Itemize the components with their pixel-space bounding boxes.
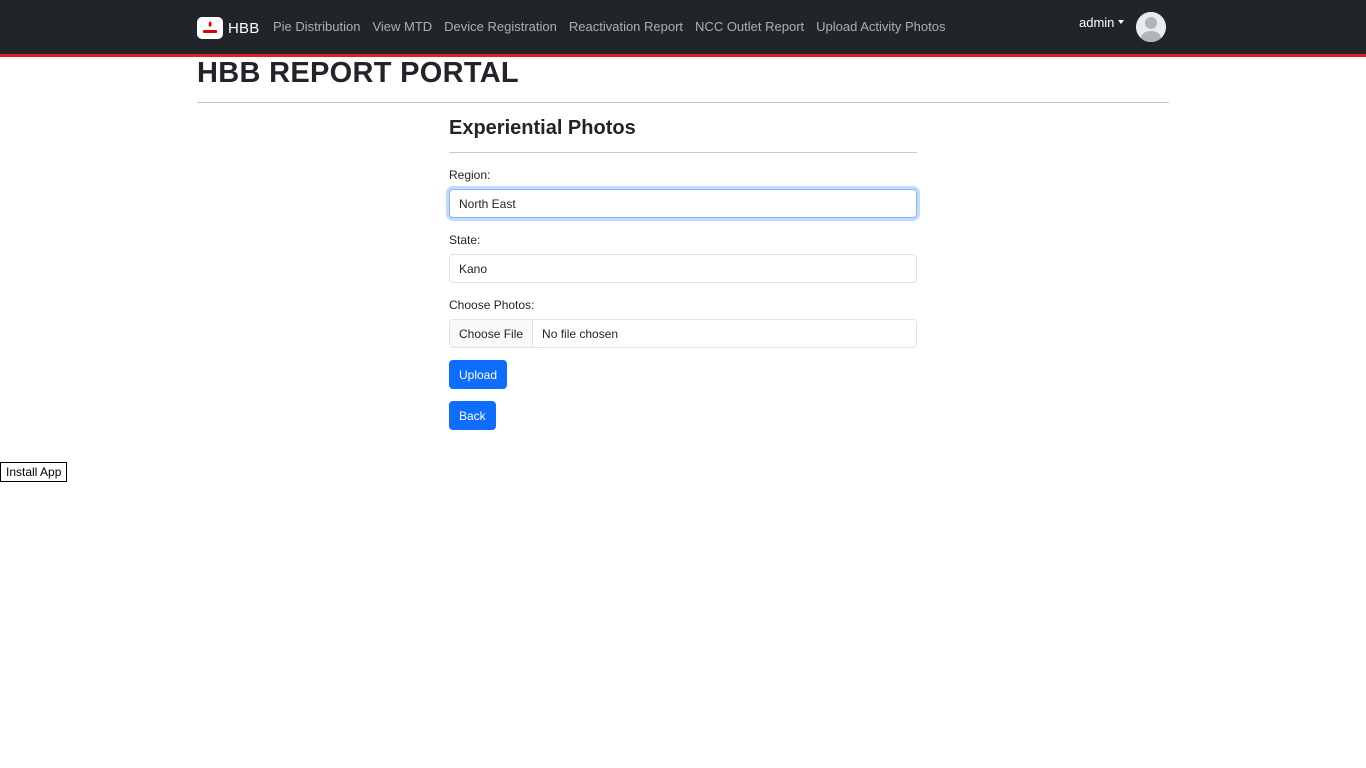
caret-down-icon: [1118, 20, 1125, 24]
nav-view-mtd[interactable]: View MTD: [372, 19, 432, 34]
photos-file-input[interactable]: Choose File No file chosen: [449, 319, 917, 348]
page-title: HBB REPORT PORTAL: [197, 57, 519, 89]
upload-button[interactable]: Upload: [449, 360, 508, 389]
photos-label: Choose Photos:: [449, 298, 535, 312]
region-field[interactable]: [449, 189, 917, 218]
airtel-logo-icon: [197, 17, 223, 39]
brand-link[interactable]: HBB: [197, 16, 259, 40]
nav-ncc-outlet-report[interactable]: NCC Outlet Report: [695, 19, 804, 34]
region-label: Region:: [449, 168, 491, 182]
form-divider: [449, 152, 917, 153]
nav-reactivation-report[interactable]: Reactivation Report: [569, 19, 683, 34]
username: admin: [1079, 14, 1115, 30]
nav-links: Pie Distribution View MTD Device Registr…: [273, 19, 958, 34]
nav-pie-distribution[interactable]: Pie Distribution: [273, 19, 360, 34]
install-app-button[interactable]: Install App: [0, 462, 68, 482]
form-title: Experiential Photos: [449, 117, 636, 139]
choose-file-button[interactable]: Choose File: [450, 320, 534, 347]
nav-upload-activity-photos[interactable]: Upload Activity Photos: [816, 19, 945, 34]
nav-device-registration[interactable]: Device Registration: [444, 19, 557, 34]
user-menu: admin: [1079, 12, 1167, 42]
brand-name: HBB: [228, 19, 260, 37]
experiential-photos-form: Experiential Photos Region: State: Choos…: [449, 114, 917, 430]
user-avatar-icon[interactable]: [1136, 12, 1167, 42]
file-status-text: No file chosen: [542, 326, 619, 341]
back-button[interactable]: Back: [449, 401, 496, 430]
top-navbar: HBB Pie Distribution View MTD Device Reg…: [0, 0, 1366, 57]
state-field[interactable]: [449, 254, 917, 283]
page-divider: [197, 102, 1169, 103]
state-label: State:: [449, 233, 481, 247]
user-dropdown-toggle[interactable]: admin: [1079, 14, 1125, 30]
